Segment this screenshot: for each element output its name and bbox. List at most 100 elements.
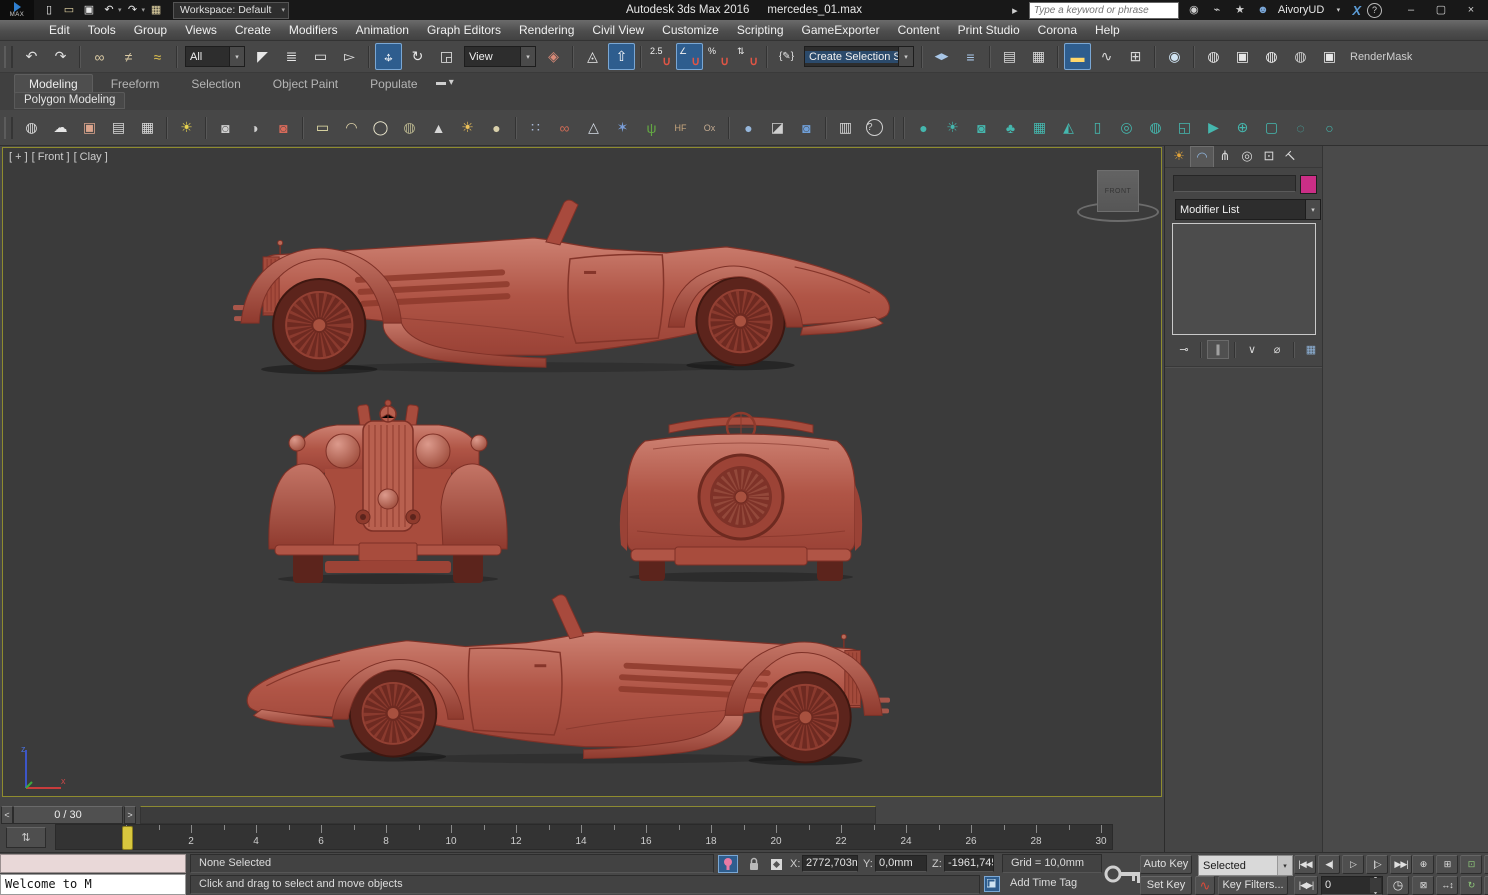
viewport-menu-shading[interactable]: [ Clay ] xyxy=(74,151,108,163)
menu-help[interactable]: Help xyxy=(1086,20,1129,41)
window-crossing-icon[interactable]: ▻ xyxy=(336,43,363,70)
corona-teapot-icon[interactable]: ◌ xyxy=(1287,114,1314,141)
select-object-icon[interactable]: ◤ xyxy=(249,43,276,70)
set-key-button[interactable]: Set Key xyxy=(1140,876,1192,895)
mirror-icon[interactable]: ◀▶ xyxy=(928,43,955,70)
camera-icon[interactable]: ◙ xyxy=(212,114,239,141)
batch-render-icon[interactable]: ▦ xyxy=(134,114,161,141)
corona-light-icon[interactable]: ● xyxy=(910,114,937,141)
sphere-blue-icon[interactable]: ● xyxy=(735,114,762,141)
auto-key-button[interactable]: Auto Key xyxy=(1140,855,1192,874)
workspace-combo[interactable]: Workspace: Default ▾ xyxy=(173,2,289,19)
molecule-icon[interactable]: ∞ xyxy=(551,114,578,141)
frame-spinner[interactable]: ▴▾ xyxy=(1370,878,1381,893)
zoom-extents-icon[interactable]: ⊡ xyxy=(1460,855,1482,874)
maxscript-mini-listener-macro[interactable] xyxy=(0,854,186,873)
tab-modify[interactable]: ◠ xyxy=(1190,146,1214,167)
grass-icon[interactable]: ψ xyxy=(638,114,665,141)
named-selection-combo[interactable]: Create Selection Se▾ xyxy=(804,46,914,67)
save-file-icon[interactable]: ▣ xyxy=(80,2,98,18)
zoom-extents-all-icon[interactable]: ⊞ xyxy=(1484,855,1488,874)
search-input[interactable] xyxy=(1030,5,1178,16)
corona-vfb-icon[interactable]: ▶ xyxy=(1200,114,1227,141)
sphere-tan-icon[interactable]: ● xyxy=(483,114,510,141)
modifier-list-combo[interactable]: Modifier List ▾ xyxy=(1175,199,1321,220)
teapot-icon[interactable]: ◍ xyxy=(396,114,423,141)
tab-create[interactable]: ☀ xyxy=(1168,146,1190,166)
add-time-tag-icon[interactable] xyxy=(984,876,1000,892)
ribbon-tab-object-paint[interactable]: Object Paint xyxy=(259,75,352,93)
maxscript-mini-listener[interactable]: Welcome to M xyxy=(0,874,186,895)
corona-region-icon[interactable]: ◱ xyxy=(1171,114,1198,141)
angle-snap-icon[interactable]: ∪∠ xyxy=(676,43,703,70)
tab-motion[interactable]: ◎ xyxy=(1236,146,1258,166)
use-pivot-point-icon[interactable]: ◈ xyxy=(540,43,567,70)
menu-views[interactable]: Views xyxy=(176,20,226,41)
scene-explorer-icon[interactable]: ▤ xyxy=(996,43,1023,70)
undo-icon[interactable]: ↶ xyxy=(18,43,45,70)
open-file-icon[interactable]: ▭ xyxy=(60,2,78,18)
render-window-icon[interactable]: ▣ xyxy=(76,114,103,141)
y-coordinate-field[interactable]: 0,0mm xyxy=(875,855,927,872)
ribbon-tab-modeling[interactable]: Modeling xyxy=(14,74,93,93)
orbit-icon[interactable]: ↻ xyxy=(1460,876,1482,895)
align-icon[interactable]: ≡ xyxy=(957,43,984,70)
pan-icon[interactable]: ↔↕ xyxy=(1436,876,1458,895)
zoom-all-icon[interactable]: ⊞ xyxy=(1436,855,1458,874)
ribbon-toggle-icon[interactable]: ▬ xyxy=(1064,43,1091,70)
current-frame-field[interactable]: 0 ▴▾ xyxy=(1321,876,1383,895)
toolbar-grip[interactable] xyxy=(4,117,13,139)
maximize-viewport-icon[interactable]: ◱ xyxy=(1484,876,1488,895)
user-name[interactable]: AivoryUD xyxy=(1278,4,1324,16)
favorites-star-icon[interactable]: ★ xyxy=(1231,2,1249,18)
light-keyboard-icon[interactable]: ☀ xyxy=(173,114,200,141)
light-lister-icon[interactable]: ▤ xyxy=(105,114,132,141)
project-folder-icon[interactable]: ▦ xyxy=(147,2,165,18)
keyboard-shortcut-override-icon[interactable]: ⇧ xyxy=(608,43,635,70)
curve-editor-icon[interactable]: ∿ xyxy=(1093,43,1120,70)
key-selection-combo[interactable]: Selected ▾ xyxy=(1198,855,1293,876)
ribbon-tab-freeform[interactable]: Freeform xyxy=(97,75,174,93)
bind-to-space-warp-icon[interactable]: ≈ xyxy=(144,43,171,70)
viewcube-front-face[interactable]: FRONT xyxy=(1097,170,1139,212)
next-frame-icon[interactable]: |▷ xyxy=(1366,855,1388,874)
go-to-start-icon[interactable]: |◀◀ xyxy=(1294,855,1316,874)
plane-icon[interactable]: ▭ xyxy=(309,114,336,141)
tab-display[interactable]: ⊡ xyxy=(1258,146,1280,166)
clipboard-icon[interactable]: ▥ xyxy=(832,114,859,141)
absolute-offset-toggle[interactable] xyxy=(766,855,786,873)
snaps-toggle-icon[interactable]: ∪2.5 xyxy=(647,43,674,70)
pin-stack-icon[interactable]: ⊸ xyxy=(1173,340,1195,359)
corona-logo-icon[interactable]: ◎ xyxy=(1113,114,1140,141)
menu-edit[interactable]: Edit xyxy=(40,20,79,41)
viewport-menu-view[interactable]: [ Front ] xyxy=(32,151,70,163)
corona-camera-add-icon[interactable]: ⊕ xyxy=(1229,114,1256,141)
select-and-scale-icon[interactable]: ◲ xyxy=(433,43,460,70)
play-icon[interactable]: ▷ xyxy=(1342,855,1364,874)
cone-icon[interactable]: ▲ xyxy=(425,114,452,141)
minimize-button[interactable]: – xyxy=(1396,1,1426,19)
select-and-rotate-icon[interactable]: ↻ xyxy=(404,43,431,70)
current-frame-marker[interactable] xyxy=(122,826,133,850)
corona-tonemap-icon[interactable]: ◍ xyxy=(1142,114,1169,141)
viewcube[interactable]: FRONT xyxy=(1087,166,1162,230)
menu-gameexporter[interactable]: GameExporter xyxy=(793,20,889,41)
render-production-icon[interactable]: ◍ xyxy=(1258,43,1285,70)
isolate-selection-toggle[interactable] xyxy=(718,855,738,873)
object-name-field[interactable] xyxy=(1173,175,1296,192)
time-configuration-button[interactable]: ◷ xyxy=(1387,876,1409,895)
rectangular-selection-region-icon[interactable]: ▭ xyxy=(307,43,334,70)
camera-red-icon[interactable]: ◙ xyxy=(270,114,297,141)
close-button[interactable]: × xyxy=(1456,1,1486,19)
x-coordinate-field[interactable]: 2772,703m xyxy=(802,855,858,872)
viewport-front[interactable]: [ + ] [ Front ] [ Clay ] FRONT xyxy=(2,147,1162,797)
zoom-region-icon[interactable]: ⊠ xyxy=(1412,876,1434,895)
zoom-icon[interactable]: ⊕ xyxy=(1412,855,1434,874)
go-to-end-icon[interactable]: ▶▶| xyxy=(1390,855,1412,874)
redo-icon[interactable]: ↷ xyxy=(47,43,74,70)
corona-scatter-icon[interactable]: ♣ xyxy=(997,114,1024,141)
glow-sphere-icon[interactable]: ◯ xyxy=(367,114,394,141)
menu-corona[interactable]: Corona xyxy=(1029,20,1086,41)
select-and-manipulate-icon[interactable]: ◬ xyxy=(579,43,606,70)
menu-civil-view[interactable]: Civil View xyxy=(583,20,653,41)
